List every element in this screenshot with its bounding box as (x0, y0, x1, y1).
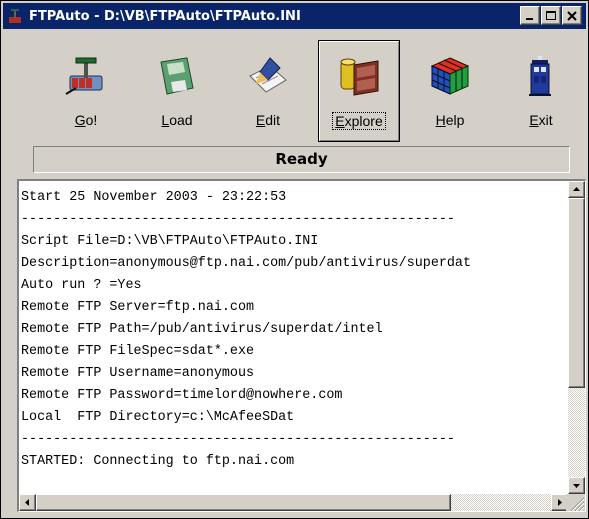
help-button-key: H (435, 112, 446, 128)
film-roll-icon (338, 55, 382, 99)
go-button[interactable]: Go! (45, 40, 127, 142)
status-bar: Ready (33, 146, 570, 173)
log-line: Start 25 November 2003 - 23:22:53 (21, 190, 287, 205)
edit-button-label: dit (265, 112, 281, 128)
arrow-left-icon (25, 499, 29, 506)
arrow-right-icon (558, 499, 562, 506)
scroll-left-button[interactable] (19, 494, 36, 511)
rubiks-cube-icon (428, 54, 472, 98)
arrow-up-icon (573, 187, 580, 191)
minimize-button[interactable] (520, 6, 540, 25)
log-line: ----------------------------------------… (21, 212, 455, 227)
explore-button-label: xplore (344, 113, 383, 129)
log-line: Remote FTP Path=/pub/antivirus/superdat/… (21, 322, 383, 337)
edit-button-key: E (255, 112, 266, 128)
ftpauto-window: FTPAuto - D:\VB\FTPAuto\FTPAuto.INI Go! … (0, 0, 589, 519)
notepad-pen-icon (246, 54, 290, 98)
log-line: Remote FTP FileSpec=sdat*.exe (21, 344, 255, 359)
tnt-plunger-icon (64, 54, 108, 98)
exit-button-key: E (529, 112, 539, 128)
scroll-up-button[interactable] (568, 181, 585, 198)
load-button[interactable]: Load (136, 40, 218, 142)
log-line: Script File=D:\VB\FTPAuto\FTPAuto.INI (21, 234, 319, 249)
vertical-scroll-thumb[interactable] (568, 198, 585, 388)
load-button-label: oad (169, 112, 193, 128)
exit-button-label: xit (538, 112, 553, 128)
log-line: Remote FTP Username=anonymous (21, 366, 255, 381)
toolbar: Go! Load Edit Explore Help Exit (45, 40, 582, 142)
window-title: FTPAuto - D:\VB\FTPAuto\FTPAuto.INI (29, 8, 301, 24)
close-button[interactable] (562, 6, 582, 25)
floppy-disk-icon (155, 54, 199, 98)
go-button-key: G (74, 112, 86, 128)
scroll-down-button[interactable] (568, 477, 585, 494)
explore-button-key: E (335, 113, 345, 129)
police-box-icon (519, 54, 563, 98)
maximize-button[interactable] (541, 6, 561, 25)
horizontal-scroll-thumb[interactable] (36, 494, 451, 511)
explore-button[interactable]: Explore (318, 40, 400, 142)
arrow-down-icon (573, 484, 580, 488)
log-textbox[interactable]: Start 25 November 2003 - 23:22:53 ------… (17, 179, 586, 512)
vertical-scrollbar[interactable] (568, 181, 585, 494)
log-line: Local FTP Directory=c:\McAfeeSDat (21, 410, 295, 425)
log-lines: Start 25 November 2003 - 23:22:53 ------… (21, 187, 566, 487)
edit-button[interactable]: Edit (227, 40, 309, 142)
log-line: Description=anonymous@ftp.nai.com/pub/an… (21, 256, 471, 271)
log-line: STARTED: Connecting to ftp.nai.com (21, 454, 295, 469)
log-line: Remote FTP Password=timelord@nowhere.com (21, 388, 343, 403)
ftpauto-app-icon[interactable] (7, 7, 25, 25)
go-button-label: o! (85, 112, 98, 128)
help-button[interactable]: Help (409, 40, 491, 142)
title-bar[interactable]: FTPAuto - D:\VB\FTPAuto\FTPAuto.INI (3, 3, 586, 29)
resize-grip-icon[interactable] (566, 494, 585, 511)
help-button-label: elp (445, 112, 465, 128)
exit-button[interactable]: Exit (500, 40, 582, 142)
log-line: Remote FTP Server=ftp.nai.com (21, 300, 255, 315)
horizontal-scrollbar[interactable] (19, 494, 568, 511)
log-line: ----------------------------------------… (21, 432, 455, 447)
log-line: Auto run ? =Yes (21, 278, 142, 293)
